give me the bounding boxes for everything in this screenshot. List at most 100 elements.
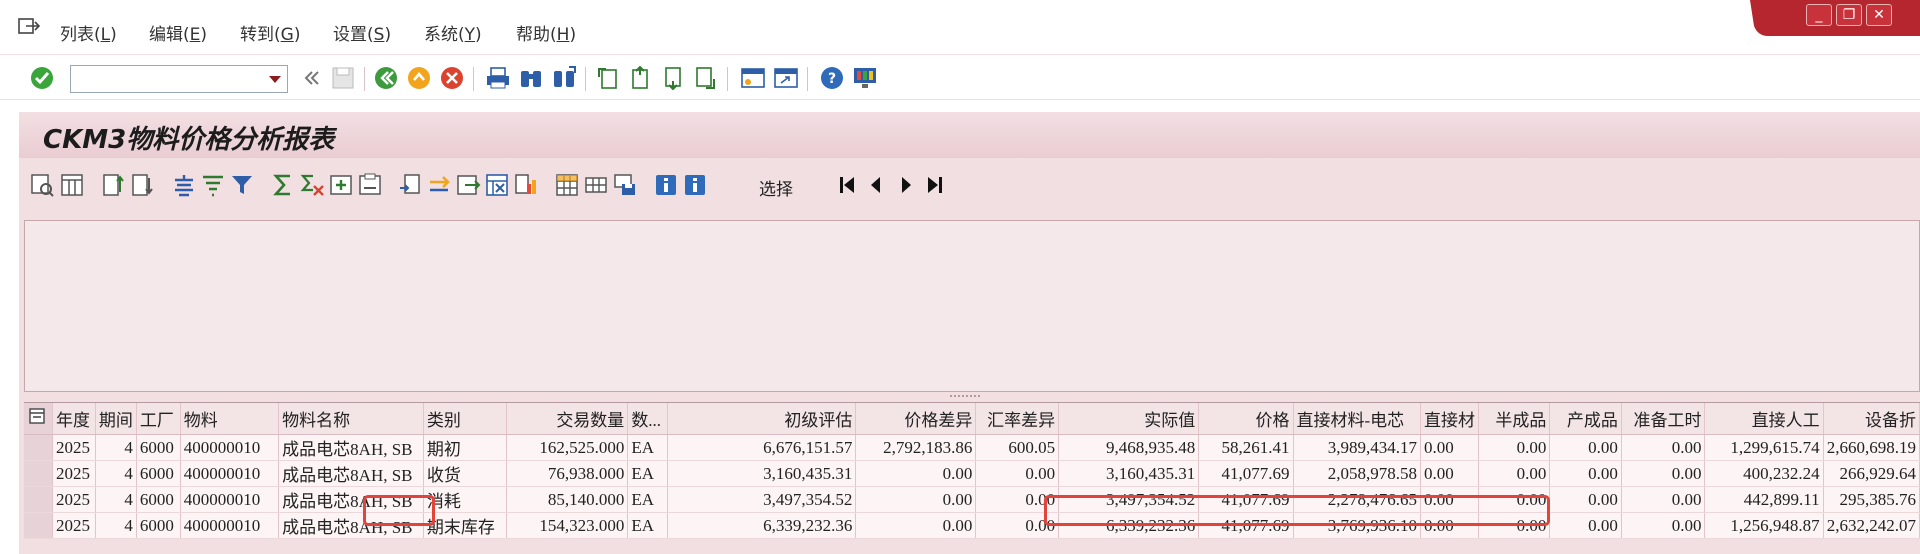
- transfer-icon[interactable]: [426, 172, 452, 198]
- table-row[interactable]: 2025 4 6000 400000010 成品电芯8AH, SB 消耗 85,140.00…: [24, 486, 1920, 513]
- save-icon[interactable]: [330, 65, 356, 91]
- col-header-price-variance[interactable]: 价格差异: [855, 403, 977, 435]
- cell-finished-goods[interactable]: 0.00: [1549, 486, 1622, 513]
- cell-price[interactable]: 41,077.69: [1198, 512, 1294, 539]
- cell-semi-finished[interactable]: 0.00: [1478, 460, 1551, 487]
- cell-price-variance[interactable]: 2,792,183.86: [855, 434, 977, 461]
- previous-record-icon[interactable]: [863, 172, 889, 198]
- col-header-primary-valuation[interactable]: 初级评估: [667, 403, 857, 435]
- cell-period[interactable]: 4: [95, 486, 137, 513]
- spreadsheet-icon[interactable]: [484, 172, 510, 198]
- exit-icon[interactable]: [406, 65, 432, 91]
- cell-finished-goods[interactable]: 0.00: [1549, 434, 1622, 461]
- cell-direct-material-cell[interactable]: 2,058,978.58: [1293, 460, 1421, 487]
- cell-category[interactable]: 期初: [423, 434, 507, 461]
- table-row[interactable]: 2025 4 6000 400000010 成品电芯8AH, SB 期末库存 154,323…: [24, 512, 1920, 539]
- cell-price-variance[interactable]: 0.00: [855, 512, 977, 539]
- cell-setup-hours[interactable]: 0.00: [1621, 512, 1706, 539]
- col-header-equipment-depreciation[interactable]: 设备折: [1823, 403, 1920, 435]
- cell-unit[interactable]: EA: [627, 460, 669, 487]
- system-menu-icon[interactable]: [18, 17, 40, 37]
- find-icon[interactable]: [171, 172, 197, 198]
- row-selector[interactable]: [24, 486, 53, 513]
- col-header-period[interactable]: 期间: [95, 403, 137, 435]
- filter-icon[interactable]: [200, 172, 226, 198]
- restore-button[interactable]: ❐: [1836, 4, 1862, 26]
- row-selector[interactable]: [24, 434, 53, 461]
- cell-semi-finished[interactable]: 0.00: [1478, 434, 1551, 461]
- subtotals-icon[interactable]: [299, 172, 325, 198]
- cell-actual-value[interactable]: 9,468,935.48: [1058, 434, 1200, 461]
- command-field[interactable]: [70, 65, 288, 93]
- cell-material[interactable]: 400000010: [180, 486, 280, 513]
- col-header-unit[interactable]: 数...: [627, 403, 669, 435]
- col-header-material-name[interactable]: 物料名称: [278, 403, 424, 435]
- edit-layout-icon[interactable]: [357, 172, 383, 198]
- cell-direct-labor[interactable]: 400,232.24: [1704, 460, 1824, 487]
- cell-direct-material[interactable]: 0.00: [1420, 460, 1479, 487]
- cell-material[interactable]: 400000010: [180, 460, 280, 487]
- cell-year[interactable]: 2025: [52, 460, 96, 487]
- menu-goto[interactable]: 转到(G): [240, 20, 300, 45]
- cell-actual-value[interactable]: 3,497,354.52: [1058, 486, 1200, 513]
- cell-unit[interactable]: EA: [627, 486, 669, 513]
- table-row[interactable]: 2025 4 6000 400000010 成品电芯8AH, SB 期初 162,525.0…: [24, 434, 1920, 461]
- cell-primary-valuation[interactable]: 3,497,354.52: [667, 486, 857, 513]
- cell-semi-finished[interactable]: 0.00: [1478, 486, 1551, 513]
- cell-fx-variance[interactable]: 0.00: [975, 512, 1060, 539]
- customize-layout-icon[interactable]: [852, 65, 878, 91]
- cell-year[interactable]: 2025: [52, 434, 96, 461]
- chevron-down-icon[interactable]: [269, 76, 281, 83]
- column-layout-icon[interactable]: [59, 172, 85, 198]
- help-icon[interactable]: ?: [819, 65, 845, 91]
- cell-primary-valuation[interactable]: 6,339,232.36: [667, 512, 857, 539]
- cell-material-name[interactable]: 成品电芯8AH, SB: [278, 460, 424, 487]
- cell-year[interactable]: 2025: [52, 512, 96, 539]
- splitter-handle[interactable]: [950, 395, 980, 399]
- cell-material-name[interactable]: 成品电芯8AH, SB: [278, 434, 424, 461]
- cell-plant[interactable]: 6000: [136, 460, 181, 487]
- cell-quantity[interactable]: 85,140.000: [506, 486, 629, 513]
- change-layout-icon[interactable]: [554, 172, 580, 198]
- cell-primary-valuation[interactable]: 3,160,435.31: [667, 460, 857, 487]
- col-header-fx-variance[interactable]: 汇率差异: [975, 403, 1060, 435]
- first-page-icon[interactable]: [594, 65, 620, 91]
- shortcut-icon[interactable]: [773, 65, 799, 91]
- cell-period[interactable]: 4: [95, 460, 137, 487]
- col-header-direct-material-cell[interactable]: 直接材料-电芯: [1293, 403, 1421, 435]
- cell-direct-labor[interactable]: 1,256,948.87: [1704, 512, 1824, 539]
- info-selection-icon[interactable]: [682, 172, 708, 198]
- cell-actual-value[interactable]: 6,339,232.36: [1058, 512, 1200, 539]
- col-header-quantity[interactable]: 交易数量: [506, 403, 629, 435]
- cell-quantity[interactable]: 162,525.000: [506, 434, 629, 461]
- insert-row-icon[interactable]: [328, 172, 354, 198]
- back-icon[interactable]: [373, 65, 399, 91]
- col-header-year[interactable]: 年度: [52, 403, 96, 435]
- last-record-icon[interactable]: [922, 172, 948, 198]
- cell-plant[interactable]: 6000: [136, 434, 181, 461]
- cell-fx-variance[interactable]: 600.05: [975, 434, 1060, 461]
- double-chevron-left-icon[interactable]: [298, 65, 324, 91]
- cell-setup-hours[interactable]: 0.00: [1621, 486, 1706, 513]
- col-header-price[interactable]: 价格: [1198, 403, 1294, 435]
- next-record-icon[interactable]: [893, 172, 919, 198]
- cell-direct-labor[interactable]: 442,899.11: [1704, 486, 1824, 513]
- cell-plant[interactable]: 6000: [136, 512, 181, 539]
- minimize-button[interactable]: _: [1806, 4, 1832, 26]
- find-next-icon[interactable]: [551, 65, 577, 91]
- cell-unit[interactable]: EA: [627, 434, 669, 461]
- close-button[interactable]: ✕: [1866, 4, 1892, 26]
- cell-unit[interactable]: EA: [627, 512, 669, 539]
- sort-descending-icon[interactable]: [130, 172, 156, 198]
- col-header-material[interactable]: 物料: [180, 403, 280, 435]
- cell-direct-material[interactable]: 0.00: [1420, 512, 1479, 539]
- menu-help[interactable]: 帮助(H): [516, 20, 576, 45]
- menu-list[interactable]: 列表(L): [60, 20, 117, 45]
- cell-price-variance[interactable]: 0.00: [855, 460, 977, 487]
- row-selector[interactable]: [24, 460, 53, 487]
- cell-price[interactable]: 41,077.69: [1198, 460, 1294, 487]
- last-page-icon[interactable]: [693, 65, 719, 91]
- cell-quantity[interactable]: 76,938.000: [506, 460, 629, 487]
- cell-actual-value[interactable]: 3,160,435.31: [1058, 460, 1200, 487]
- cell-fx-variance[interactable]: 0.00: [975, 486, 1060, 513]
